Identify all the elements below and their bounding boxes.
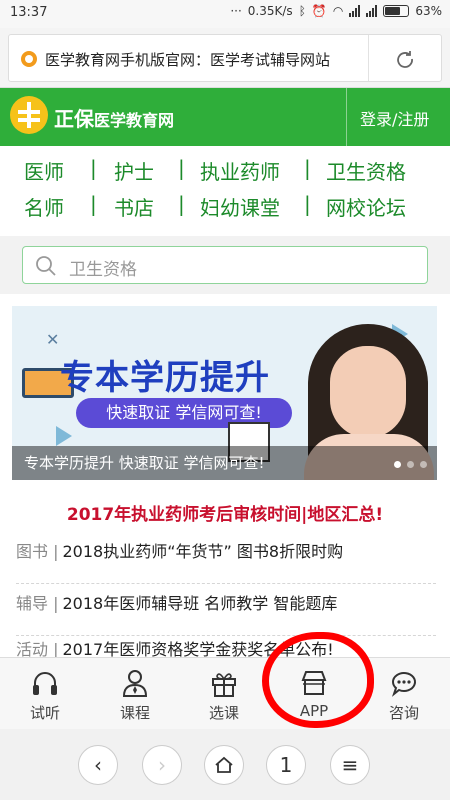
status-time: 13:37 xyxy=(10,5,48,20)
header-divider xyxy=(346,88,347,146)
menu-button[interactable]: ≡ xyxy=(330,745,370,785)
sparkle-icon: ✕ xyxy=(46,330,60,349)
signal-icon-2 xyxy=(366,5,378,17)
category-nurse[interactable]: 护士 xyxy=(114,156,154,185)
tab-label: 选课 xyxy=(208,704,239,722)
bottom-tab-bar: 试听 课程 选课 APP 咨询 xyxy=(0,657,450,729)
model-face xyxy=(330,346,406,438)
logo-icon[interactable] xyxy=(10,96,48,134)
category-maternal-child[interactable]: 妇幼课堂 xyxy=(200,192,280,221)
logo-main: 正保 xyxy=(54,107,94,131)
banner-headline: 专本学历提升 xyxy=(60,358,270,398)
search-section: 卫生资格 xyxy=(0,236,450,294)
network-speed: 0.35K/s xyxy=(247,4,293,18)
page-title[interactable]: 医学教育网手机版官网：医学考试辅导网站 xyxy=(45,49,330,70)
battery-percent: 63% xyxy=(415,4,442,18)
tab-label: 试听 xyxy=(29,704,60,722)
category-row-1: 医师 | 护士 | 执业药师 | 卫生资格 xyxy=(0,156,450,190)
home-button[interactable] xyxy=(204,745,244,785)
browser-nav-bar: ‹ › 1 ≡ xyxy=(0,729,450,800)
battery-icon xyxy=(383,5,410,17)
category-separator: | xyxy=(304,192,311,216)
tab-label: 咨询 xyxy=(388,704,419,722)
carousel-dot[interactable] xyxy=(420,461,427,468)
chat-bubble-icon xyxy=(391,672,416,697)
category-physician[interactable]: 医师 xyxy=(24,156,64,185)
search-input[interactable]: 卫生资格 xyxy=(22,246,428,284)
highlight-annotation xyxy=(262,632,374,728)
tab-listen[interactable]: 试听 xyxy=(5,668,85,723)
category-health-qualification[interactable]: 卫生资格 xyxy=(326,156,406,185)
browser-address-bar: 医学教育网手机版官网：医学考试辅导网站 xyxy=(0,28,450,88)
news-title: 2018执业药师“年货节” 图书8折限时购 xyxy=(62,542,344,561)
signal-icon xyxy=(349,5,361,17)
status-indicators: ··· 0.35K/s ᛒ ⏰ ◠ 63% xyxy=(230,4,442,18)
tabs-button[interactable]: 1 xyxy=(266,745,306,785)
carousel-indicator[interactable] xyxy=(394,461,427,468)
site-favicon-icon xyxy=(21,51,37,67)
address-divider xyxy=(368,35,369,81)
headphones-icon xyxy=(33,672,57,695)
gift-box-icon xyxy=(212,673,236,697)
tab-label: 课程 xyxy=(119,704,150,722)
bluetooth-icon: ᛒ xyxy=(298,4,306,18)
site-header: 正保医学教育网 登录/注册 xyxy=(0,88,450,146)
address-field[interactable]: 医学教育网手机版官网：医学考试辅导网站 xyxy=(8,34,442,82)
news-item[interactable]: 图书 | 2018执业药师“年货节” 图书8折限时购 xyxy=(16,538,436,584)
back-button[interactable]: ‹ xyxy=(78,745,118,785)
category-famous-teachers[interactable]: 名师 xyxy=(24,192,64,221)
banner-caption: 专本学历提升 快速取证 学信网可查! xyxy=(12,446,437,480)
featured-news-link[interactable]: 2017年执业药师考后审核时间|地区汇总! xyxy=(0,500,450,525)
login-register-link[interactable]: 登录/注册 xyxy=(360,106,429,130)
category-pharmacist[interactable]: 执业药师 xyxy=(200,156,280,185)
carousel-dot[interactable] xyxy=(407,461,414,468)
triangle-decoration xyxy=(56,426,72,446)
tab-select-course[interactable]: 选课 xyxy=(184,668,264,723)
alarm-icon: ⏰ xyxy=(311,4,327,18)
category-forum[interactable]: 网校论坛 xyxy=(326,192,406,221)
wifi-icon: ◠ xyxy=(332,4,344,18)
search-icon xyxy=(36,256,56,276)
category-separator: | xyxy=(90,156,97,180)
category-row-2: 名师 | 书店 | 妇幼课堂 | 网校论坛 xyxy=(0,192,450,226)
forward-button[interactable]: › xyxy=(142,745,182,785)
news-item[interactable]: 辅导 | 2018年医师辅导班 名师教学 智能题库 xyxy=(16,590,436,636)
category-bookstore[interactable]: 书店 xyxy=(114,192,154,221)
teacher-icon xyxy=(122,670,148,697)
news-title: 2018年医师辅导班 名师教学 智能题库 xyxy=(62,594,338,613)
carousel-dot[interactable] xyxy=(394,461,401,468)
category-separator: | xyxy=(178,192,185,216)
category-nav: 医师 | 护士 | 执业药师 | 卫生资格 名师 | 书店 | 妇幼课堂 | 网… xyxy=(0,152,450,236)
status-bar: 13:37 ··· 0.35K/s ᛒ ⏰ ◠ 63% xyxy=(0,0,450,28)
news-tag: 图书 xyxy=(16,542,49,561)
tab-courses[interactable]: 课程 xyxy=(95,668,175,723)
reload-icon[interactable] xyxy=(395,49,415,69)
logo-sub: 医学教育网 xyxy=(94,111,175,130)
category-separator: | xyxy=(90,192,97,216)
category-separator: | xyxy=(178,156,185,180)
home-icon xyxy=(215,756,233,773)
more-dots-icon: ··· xyxy=(230,4,242,18)
news-tag: 辅导 xyxy=(16,594,49,613)
category-separator: | xyxy=(304,156,311,180)
promo-banner[interactable]: ✕ 专本学历提升 快速取证 学信网可查! 专本学历提升 快速取证 学信网可查! xyxy=(12,306,437,480)
search-placeholder: 卫生资格 xyxy=(69,260,137,280)
site-logo-text[interactable]: 正保医学教育网 xyxy=(54,103,174,132)
tab-consult[interactable]: 咨询 xyxy=(364,668,444,723)
